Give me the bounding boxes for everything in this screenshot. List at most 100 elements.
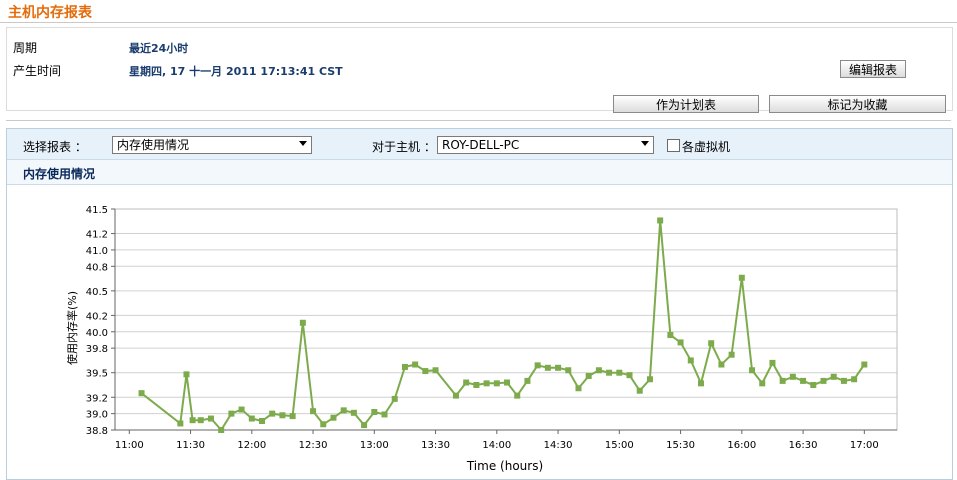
schedule-button[interactable]: 作为计划表 xyxy=(613,95,759,113)
data-point xyxy=(299,319,306,326)
data-point xyxy=(473,381,480,388)
data-point xyxy=(789,373,796,380)
add-favorite-button[interactable]: 标记为收藏 xyxy=(769,95,946,113)
data-point xyxy=(483,380,490,387)
data-point xyxy=(514,392,521,399)
y-tick-label: 39.5 xyxy=(86,369,108,380)
data-point xyxy=(810,381,817,388)
data-point xyxy=(697,380,704,387)
data-point xyxy=(279,412,286,419)
memory-usage-line xyxy=(140,220,866,432)
data-point xyxy=(687,357,694,364)
x-tick-label: 13:30 xyxy=(421,440,450,451)
data-point xyxy=(606,369,613,376)
data-point xyxy=(452,392,459,399)
report-select-value: 内存使用情况 xyxy=(117,138,190,152)
data-point xyxy=(555,364,562,371)
data-point xyxy=(626,372,633,379)
section-title: 内存使用情况 xyxy=(23,167,96,181)
data-point xyxy=(738,274,745,281)
generated-time-value: 星期四, 17 十一月 2011 17:13:41 CST xyxy=(129,65,343,78)
y-tick-label: 39.8 xyxy=(86,344,108,355)
y-tick-label: 38.8 xyxy=(86,426,108,437)
data-point xyxy=(422,368,429,375)
y-tick-label: 40.2 xyxy=(86,311,108,322)
generated-time-label: 产生时间 xyxy=(13,64,62,78)
data-point xyxy=(269,410,276,417)
data-point xyxy=(565,367,572,374)
edit-report-button[interactable]: 编辑报表 xyxy=(840,60,906,78)
page-title: 主机内存报表 xyxy=(8,5,92,21)
data-point xyxy=(248,415,255,422)
section-header: 内存使用情况 xyxy=(7,159,952,185)
data-point xyxy=(575,385,582,392)
data-point xyxy=(667,332,674,339)
data-point xyxy=(544,364,551,371)
x-tick-label: 16:00 xyxy=(727,440,756,451)
data-point xyxy=(463,379,470,386)
data-point xyxy=(861,361,868,368)
data-point xyxy=(330,414,337,421)
host-select[interactable]: ROY-DELL-PC xyxy=(437,136,654,154)
x-tick-label: 15:30 xyxy=(666,440,695,451)
data-point xyxy=(238,406,245,413)
data-point xyxy=(401,363,408,370)
data-point xyxy=(728,351,735,358)
actions-divider xyxy=(6,120,951,121)
x-axis-ticks: 11:00 11:30 12:00 12:30 13:00 13:30 14:00 14:30… xyxy=(115,430,879,451)
data-point xyxy=(350,409,357,416)
vm-checkbox-label: 各虚拟机 xyxy=(682,140,731,154)
y-tick-label: 39.2 xyxy=(86,393,108,404)
data-point xyxy=(800,377,807,384)
memory-usage-chart: 38.8 39.0 39.2 39.5 39.8 40.0 40.2 40.5 40.8 41.0… xyxy=(65,205,898,472)
x-tick-label: 12:30 xyxy=(299,440,328,451)
y-tick-label: 41.5 xyxy=(86,205,108,216)
data-point xyxy=(207,415,214,422)
data-point xyxy=(646,376,653,383)
chevron-down-icon xyxy=(299,141,307,146)
data-point xyxy=(851,376,858,383)
x-tick-label: 15:00 xyxy=(605,440,634,451)
data-point xyxy=(371,408,378,415)
data-point xyxy=(138,390,145,397)
data-point xyxy=(391,395,398,402)
data-point xyxy=(749,367,756,374)
y-axis-ticks: 38.8 39.0 39.2 39.5 39.8 40.0 40.2 40.5 40.8 41.0… xyxy=(86,205,115,437)
data-point xyxy=(524,377,531,384)
x-tick-label: 14:30 xyxy=(544,440,573,451)
data-point xyxy=(259,417,266,424)
x-tick-label: 16:30 xyxy=(789,440,818,451)
host-select-label: 对于主机 ： xyxy=(372,140,436,154)
data-point xyxy=(432,367,439,374)
x-tick-label: 14:00 xyxy=(482,440,511,451)
data-point xyxy=(759,380,766,387)
x-tick-label: 11:00 xyxy=(115,440,144,451)
period-label: 周期 xyxy=(13,41,38,55)
x-axis-label: Time (hours) xyxy=(466,459,543,472)
y-tick-label: 39.0 xyxy=(86,410,108,421)
data-point xyxy=(636,387,643,394)
y-tick-label: 41.2 xyxy=(86,230,108,241)
data-point xyxy=(657,217,664,224)
x-tick-label: 13:00 xyxy=(360,440,389,451)
data-point xyxy=(585,372,592,379)
data-point xyxy=(677,339,684,346)
vm-checkbox[interactable] xyxy=(667,139,680,152)
chart-gridlines xyxy=(115,208,897,431)
x-tick-label: 12:00 xyxy=(237,440,266,451)
period-value: 最近24小时 xyxy=(129,42,189,55)
data-point xyxy=(718,361,725,368)
x-tick-label: 17:00 xyxy=(850,440,879,451)
data-point xyxy=(708,340,715,347)
data-point xyxy=(493,380,500,387)
host-select-value: ROY-DELL-PC xyxy=(442,138,520,152)
report-select[interactable]: 内存使用情况 xyxy=(112,136,312,154)
y-axis-label: 使用内存率(%) xyxy=(65,291,79,365)
report-select-label: 选择报表 ： xyxy=(23,140,87,154)
data-point xyxy=(189,417,196,424)
data-point xyxy=(595,367,602,374)
y-tick-label: 40.0 xyxy=(86,328,108,339)
data-point xyxy=(361,422,368,429)
filter-bar: 选择报表 ： 内存使用情况 对于主机 ： ROY-DELL-PC 各虚拟机 xyxy=(7,129,952,159)
data-point xyxy=(840,377,847,384)
